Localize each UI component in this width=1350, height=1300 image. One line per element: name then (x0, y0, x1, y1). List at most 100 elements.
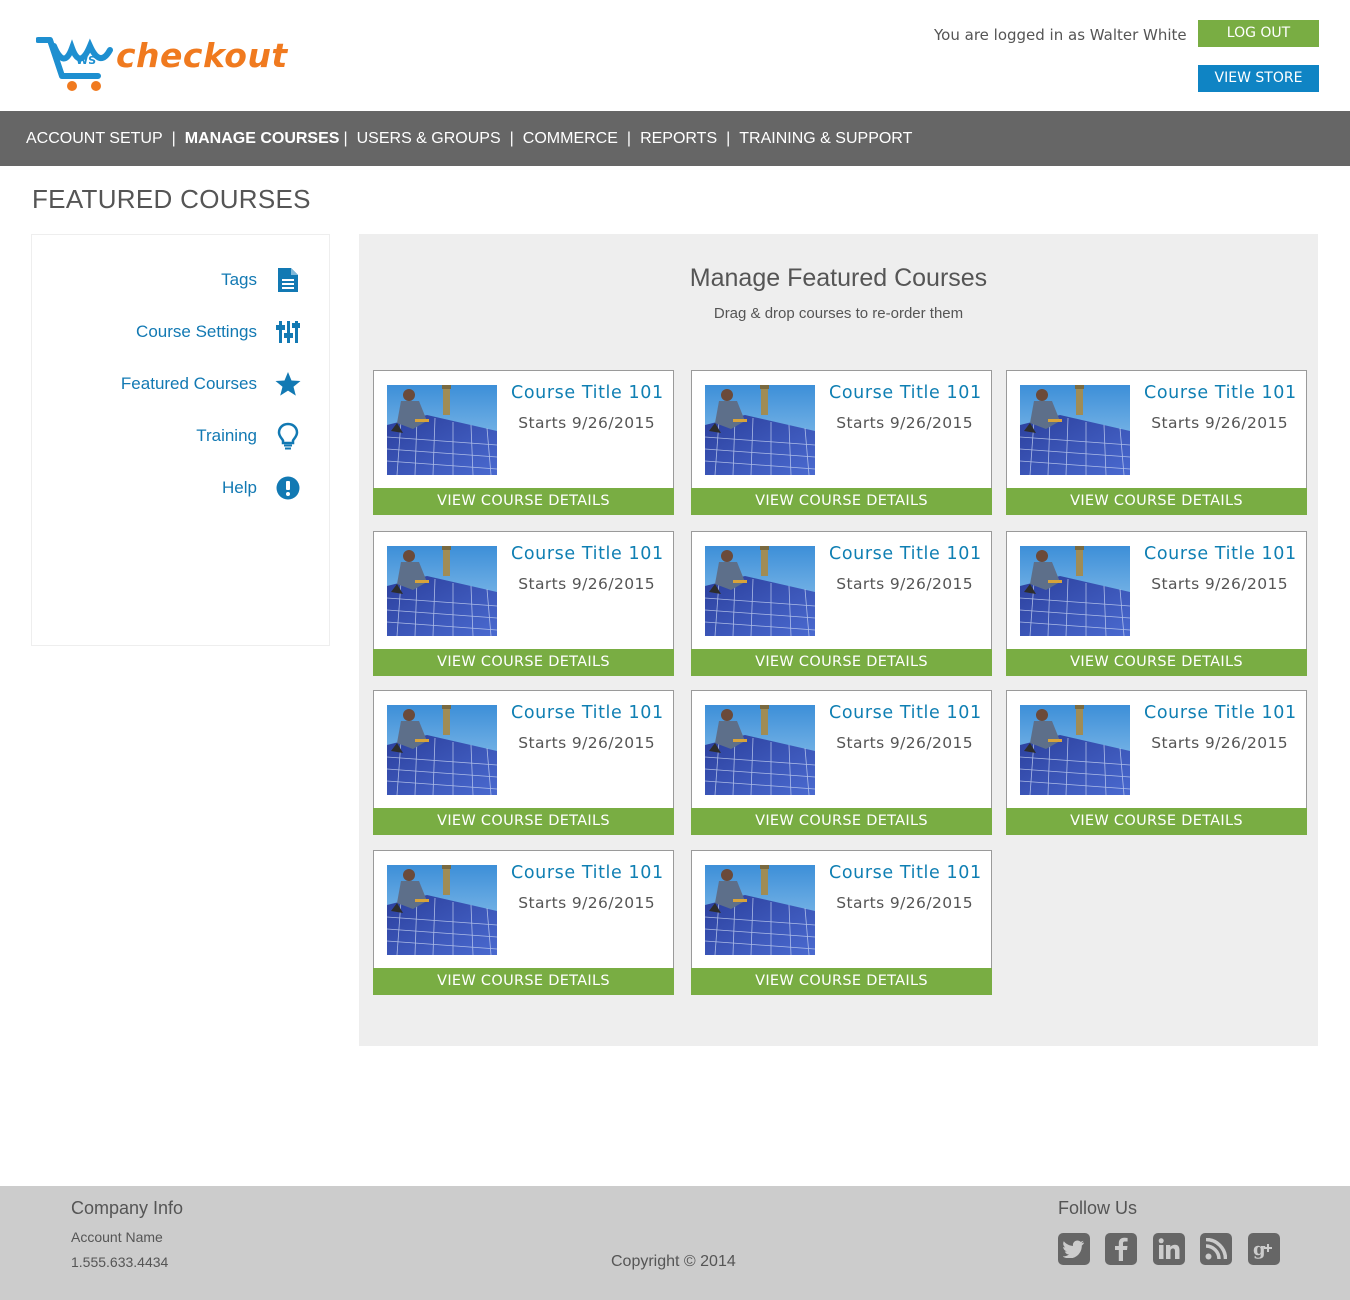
nav-item-users-groups[interactable]: USERS & GROUPS (357, 130, 501, 148)
panel-subtitle: Drag & drop courses to re-order them (713, 305, 964, 322)
panel-title: Manage Featured Courses (689, 264, 988, 292)
course-title[interactable]: Course Title 101 (511, 703, 664, 723)
course-thumbnail (1020, 705, 1130, 795)
twitter-icon[interactable] (1058, 1233, 1090, 1265)
course-title[interactable]: Course Title 101 (511, 383, 664, 403)
course-start-date: Starts 9/26/2015 (836, 575, 973, 593)
course-card[interactable]: Course Title 101 Starts 9/26/2015 VIEW COU… (373, 531, 674, 676)
course-title[interactable]: Course Title 101 (829, 863, 982, 883)
svg-text:WS: WS (76, 54, 96, 67)
course-start-date: Starts 9/26/2015 (836, 734, 973, 752)
course-title[interactable]: Course Title 101 (1144, 383, 1297, 403)
phone-number: 1.555.633.4434 (71, 1254, 169, 1270)
view-course-details-button[interactable]: VIEW COURSE DETAILS (373, 968, 674, 995)
course-card[interactable]: Course Title 101 Starts 9/26/2015 VIEW COU… (1006, 370, 1307, 515)
course-title[interactable]: Course Title 101 (829, 383, 982, 403)
account-name: Account Name (71, 1229, 163, 1245)
course-title[interactable]: Course Title 101 (829, 544, 982, 564)
nav-separator: | (626, 129, 632, 147)
svg-text:g: g (1253, 1239, 1266, 1260)
course-card[interactable]: Course Title 101 Starts 9/26/2015 VIEW COU… (1006, 531, 1307, 676)
view-course-details-button[interactable]: VIEW COURSE DETAILS (373, 488, 674, 515)
nav-separator: | (171, 129, 176, 147)
course-thumbnail (705, 546, 815, 636)
course-thumbnail (705, 705, 815, 795)
course-title[interactable]: Course Title 101 (511, 544, 664, 564)
course-start-date: Starts 9/26/2015 (518, 734, 655, 752)
view-course-details-button[interactable]: VIEW COURSE DETAILS (691, 968, 992, 995)
logo-text: checkout (116, 36, 288, 75)
sidebar-item-label: Featured Courses (120, 374, 257, 393)
footer: Company Info Account Name 1.555.633.4434… (0, 1186, 1350, 1300)
main-nav: ACCOUNT SETUP | MANAGE COURSES | USERS &… (0, 111, 1350, 166)
sidebar-item-label: Help (222, 478, 257, 497)
course-start-date: Starts 9/26/2015 (518, 414, 655, 432)
course-start-date: Starts 9/26/2015 (518, 575, 655, 593)
view-course-details-button[interactable]: VIEW COURSE DETAILS (1006, 808, 1307, 835)
view-course-details-button[interactable]: VIEW COURSE DETAILS (691, 808, 992, 835)
course-thumbnail (387, 385, 497, 475)
star-icon (275, 370, 301, 398)
facebook-icon[interactable] (1105, 1233, 1137, 1265)
course-thumbnail (387, 546, 497, 636)
view-course-details-button[interactable]: VIEW COURSE DETAILS (691, 649, 992, 676)
google-plus-icon[interactable]: g (1248, 1233, 1280, 1265)
course-card[interactable]: Course Title 101 Starts 9/26/2015 VIEW COU… (373, 690, 674, 835)
sidebar-item-training[interactable]: Training (196, 421, 301, 451)
company-info-heading: Company Info (71, 1198, 184, 1218)
view-store-button[interactable]: VIEW STORE (1198, 65, 1319, 92)
course-thumbnail (705, 385, 815, 475)
course-thumbnail (1020, 385, 1130, 475)
course-title[interactable]: Course Title 101 (829, 703, 982, 723)
cart-logo-icon: WS (36, 37, 113, 91)
rss-icon[interactable] (1200, 1233, 1232, 1265)
logo[interactable]: WS checkout (36, 34, 296, 94)
copyright: Copyright © 2014 (611, 1253, 736, 1270)
logout-button[interactable]: LOG OUT (1198, 20, 1319, 47)
course-start-date: Starts 9/26/2015 (836, 414, 973, 432)
course-thumbnail (705, 865, 815, 955)
nav-item-account-setup[interactable]: ACCOUNT SETUP (26, 130, 163, 148)
exclamation-icon (275, 474, 301, 502)
view-course-details-button[interactable]: VIEW COURSE DETAILS (373, 649, 674, 676)
sidebar-item-course-settings[interactable]: Course Settings (136, 317, 301, 347)
sidebar-item-tags[interactable]: Tags (221, 265, 301, 295)
nav-item-commerce[interactable]: COMMERCE (523, 130, 618, 148)
sidebar-item-label: Training (196, 426, 257, 445)
nav-item-reports[interactable]: REPORTS (640, 130, 717, 148)
sidebar: Tags Course Settings Featured Courses Tr… (31, 234, 330, 646)
nav-item-manage-courses[interactable]: MANAGE COURSES (185, 130, 340, 148)
view-course-details-button[interactable]: VIEW COURSE DETAILS (691, 488, 992, 515)
course-title[interactable]: Course Title 101 (511, 863, 664, 883)
course-start-date: Starts 9/26/2015 (1151, 414, 1288, 432)
nav-item-training-support[interactable]: TRAINING & SUPPORT (739, 130, 912, 148)
course-card[interactable]: Course Title 101 Starts 9/26/2015 VIEW COU… (691, 690, 992, 835)
course-card[interactable]: Course Title 101 Starts 9/26/2015 VIEW COU… (691, 850, 992, 995)
document-icon (275, 266, 301, 294)
sidebar-item-label: Tags (221, 270, 257, 289)
course-start-date: Starts 9/26/2015 (1151, 734, 1288, 752)
nav-separator: | (343, 129, 348, 147)
sidebar-item-label: Course Settings (136, 322, 257, 341)
course-card[interactable]: Course Title 101 Starts 9/26/2015 VIEW COU… (691, 531, 992, 676)
course-title[interactable]: Course Title 101 (1144, 544, 1297, 564)
course-start-date: Starts 9/26/2015 (518, 894, 655, 912)
page-title: FEATURED COURSES (32, 184, 311, 214)
course-card[interactable]: Course Title 101 Starts 9/26/2015 VIEW COU… (691, 370, 992, 515)
sidebar-item-help[interactable]: Help (222, 473, 301, 503)
view-course-details-button[interactable]: VIEW COURSE DETAILS (1006, 649, 1307, 676)
lightbulb-icon (275, 422, 301, 450)
follow-us-heading: Follow Us (1058, 1198, 1138, 1218)
course-thumbnail (387, 865, 497, 955)
course-title[interactable]: Course Title 101 (1144, 703, 1297, 723)
view-course-details-button[interactable]: VIEW COURSE DETAILS (1006, 488, 1307, 515)
logged-in-text: You are logged in as Walter White (934, 26, 1187, 44)
course-card[interactable]: Course Title 101 Starts 9/26/2015 VIEW COU… (373, 850, 674, 995)
course-card[interactable]: Course Title 101 Starts 9/26/2015 VIEW COU… (1006, 690, 1307, 835)
course-card[interactable]: Course Title 101 Starts 9/26/2015 VIEW COU… (373, 370, 674, 515)
view-course-details-button[interactable]: VIEW COURSE DETAILS (373, 808, 674, 835)
featured-courses-panel: Manage Featured Courses Drag & drop cour… (359, 234, 1318, 1046)
linkedin-icon[interactable] (1153, 1233, 1185, 1265)
sidebar-item-featured-courses[interactable]: Featured Courses (121, 369, 301, 399)
nav-separator: | (726, 129, 731, 147)
